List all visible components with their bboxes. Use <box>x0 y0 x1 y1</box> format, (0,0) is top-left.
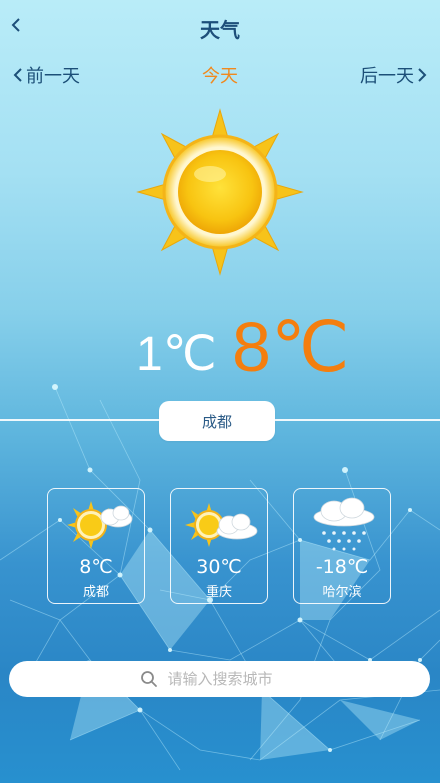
next-day-button[interactable]: 后一天 <box>360 62 430 88</box>
sun-icon <box>136 108 304 276</box>
city-name: 重庆 <box>205 585 232 600</box>
city-card[interactable]: -18℃ 哈尔滨 <box>293 488 391 604</box>
sun-behind-cloud-icon <box>185 503 258 547</box>
current-city-label: 成都 <box>201 412 232 431</box>
current-city-button[interactable]: 成都 <box>159 401 275 441</box>
sun-behind-cloud-icon <box>67 501 133 549</box>
search-bar[interactable] <box>9 661 430 697</box>
low-temperature: 1℃ <box>136 328 217 381</box>
snow-cloud-icon <box>313 497 375 551</box>
high-temperature: 8℃ <box>232 308 350 386</box>
search-icon <box>140 671 157 687</box>
city-temperature: 30℃ <box>196 556 242 578</box>
city-name: 哈尔滨 <box>322 585 362 600</box>
city-name: 成都 <box>82 585 109 600</box>
city-temperature: -18℃ <box>315 556 369 578</box>
page-title: 天气 <box>200 18 240 42</box>
next-day-label: 后一天 <box>360 66 414 87</box>
city-card[interactable]: 30℃ 重庆 <box>170 488 268 604</box>
city-temperature: 8℃ <box>79 556 113 578</box>
city-card[interactable]: 8℃ 成都 <box>47 488 145 604</box>
chevron-right-icon <box>418 68 427 82</box>
search-input[interactable] <box>165 669 300 689</box>
